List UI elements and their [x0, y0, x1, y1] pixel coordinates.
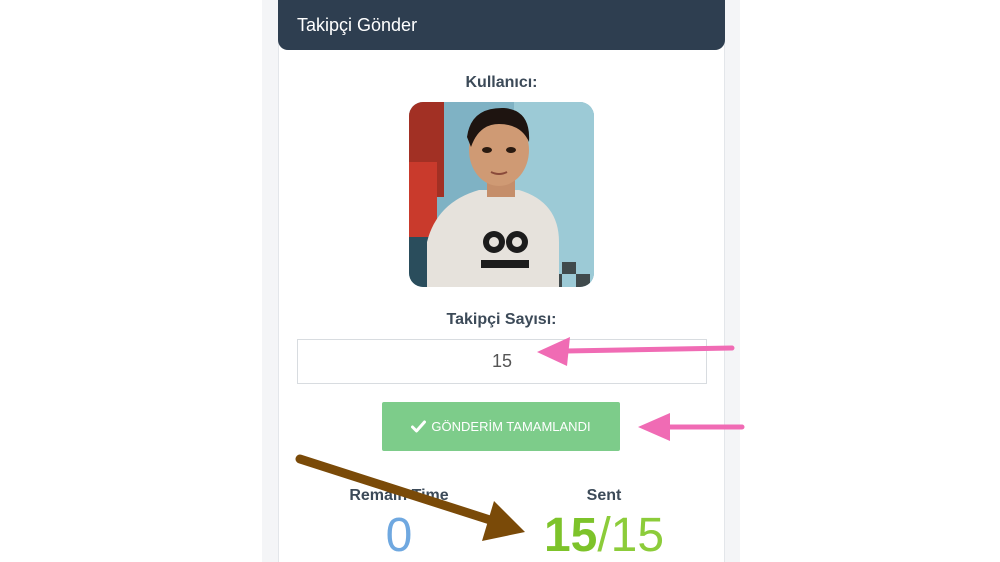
- remaining-time-label: Remain Time: [349, 487, 449, 504]
- user-label: Kullanıcı:: [465, 74, 538, 91]
- remaining-time-value: 0: [385, 509, 413, 562]
- sent-separator: /: [597, 509, 611, 562]
- avatar: [409, 102, 594, 287]
- send-complete-button[interactable]: GÖNDERİM TAMAMLANDI: [382, 402, 620, 451]
- sent-value: 15/15: [524, 508, 684, 562]
- sent-current-count: 15: [543, 509, 598, 562]
- send-complete-button-label: GÖNDERİM TAMAMLANDI: [431, 419, 591, 434]
- check-icon: [411, 420, 427, 433]
- profile-photo: [409, 102, 594, 287]
- panel-title: Takipçi Gönder: [297, 15, 418, 35]
- panel-header: Takipçi Gönder: [278, 0, 725, 50]
- follower-count-label: Takipçi Sayısı:: [446, 311, 557, 328]
- sent-total-count: 15: [610, 509, 665, 562]
- sent-label: Sent: [586, 487, 622, 504]
- screenshot-stage: Takipçi Gönder Kullanıcı: Takipçi Sayısı…: [0, 0, 1000, 562]
- follower-count-input[interactable]: [297, 339, 707, 384]
